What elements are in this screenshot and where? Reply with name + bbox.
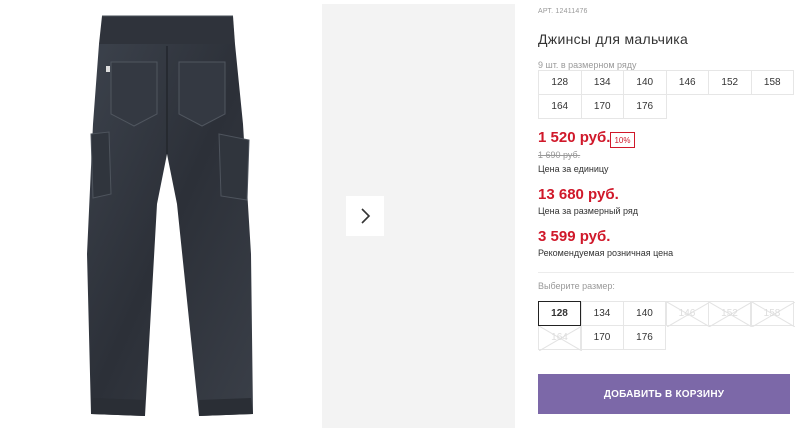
size-option-label: 164 bbox=[551, 332, 568, 343]
size-row-cell: 170 bbox=[580, 94, 624, 119]
size-option-170[interactable]: 170 bbox=[580, 325, 624, 350]
unit-price: 1 520 руб. bbox=[538, 129, 611, 146]
size-option-134[interactable]: 134 bbox=[580, 301, 624, 326]
table-row: 128 134 140 146 152 158 bbox=[538, 70, 794, 95]
table-row: 164 170 176 bbox=[538, 94, 794, 119]
old-price: 1 690 руб. bbox=[538, 150, 581, 160]
product-photo[interactable] bbox=[7, 4, 318, 428]
size-option-label: 134 bbox=[593, 308, 611, 319]
unit-price-label: Цена за единицу bbox=[538, 164, 609, 174]
chevron-right-icon bbox=[361, 208, 371, 224]
size-row-cell: 128 bbox=[538, 70, 582, 95]
size-option-label: 170 bbox=[593, 332, 611, 343]
size-option-label: 158 bbox=[763, 308, 781, 319]
size-option-140[interactable]: 140 bbox=[623, 301, 666, 326]
size-picker: 128 134 140 146 152 158 164 170 176 bbox=[538, 301, 795, 351]
empty-cell bbox=[751, 95, 794, 119]
size-option-152: 152 bbox=[708, 301, 752, 327]
size-row-cell: 164 bbox=[538, 94, 582, 119]
discount-badge: 10% bbox=[610, 132, 635, 148]
size-row-cell: 158 bbox=[750, 70, 794, 95]
size-picker-label: Выберите размер: bbox=[538, 281, 615, 291]
rrp-price-label: Рекомендуемая розничная цена bbox=[538, 248, 674, 258]
product-title: Джинсы для мальчика bbox=[538, 31, 689, 47]
add-to-cart-button[interactable]: ДОБАВИТЬ В КОРЗИНУ bbox=[538, 374, 790, 414]
row-price: 13 680 руб. bbox=[538, 186, 619, 203]
size-row-table: 128 134 140 146 152 158 164 170 176 bbox=[538, 70, 794, 119]
size-option-label: 146 bbox=[678, 308, 696, 319]
size-option-128[interactable]: 128 bbox=[538, 301, 581, 326]
size-option-label: 140 bbox=[636, 308, 653, 319]
gallery-next-button[interactable] bbox=[346, 196, 384, 236]
rrp-price: 3 599 руб. bbox=[538, 228, 611, 245]
size-option-label: 176 bbox=[636, 332, 653, 343]
size-option-label: 152 bbox=[721, 308, 738, 319]
size-option-176[interactable]: 176 bbox=[623, 325, 666, 350]
size-row-cell: 140 bbox=[623, 70, 667, 95]
empty-cell bbox=[666, 95, 709, 119]
size-option-label: 128 bbox=[551, 308, 568, 319]
size-row-cell: 176 bbox=[623, 94, 667, 119]
size-row-cell: 134 bbox=[580, 70, 624, 95]
size-option-158: 158 bbox=[750, 301, 795, 327]
size-option-146: 146 bbox=[665, 301, 710, 327]
size-row-cell: 152 bbox=[708, 70, 752, 95]
size-row-note: 9 шт. в размерном ряду bbox=[538, 60, 637, 70]
row-price-label: Цена за размерный ряд bbox=[538, 206, 639, 216]
product-sku: АРТ. 12411476 bbox=[538, 8, 588, 15]
product-page: АРТ. 12411476 Джинсы для мальчика 9 шт. … bbox=[0, 0, 800, 428]
product-info: АРТ. 12411476 Джинсы для мальчика 9 шт. … bbox=[538, 0, 800, 428]
size-option-164: 164 bbox=[538, 325, 582, 351]
jeans-image bbox=[87, 15, 253, 416]
size-row-cell: 146 bbox=[665, 70, 709, 95]
divider bbox=[538, 272, 794, 273]
empty-cell bbox=[709, 95, 752, 119]
product-gallery bbox=[0, 0, 515, 428]
